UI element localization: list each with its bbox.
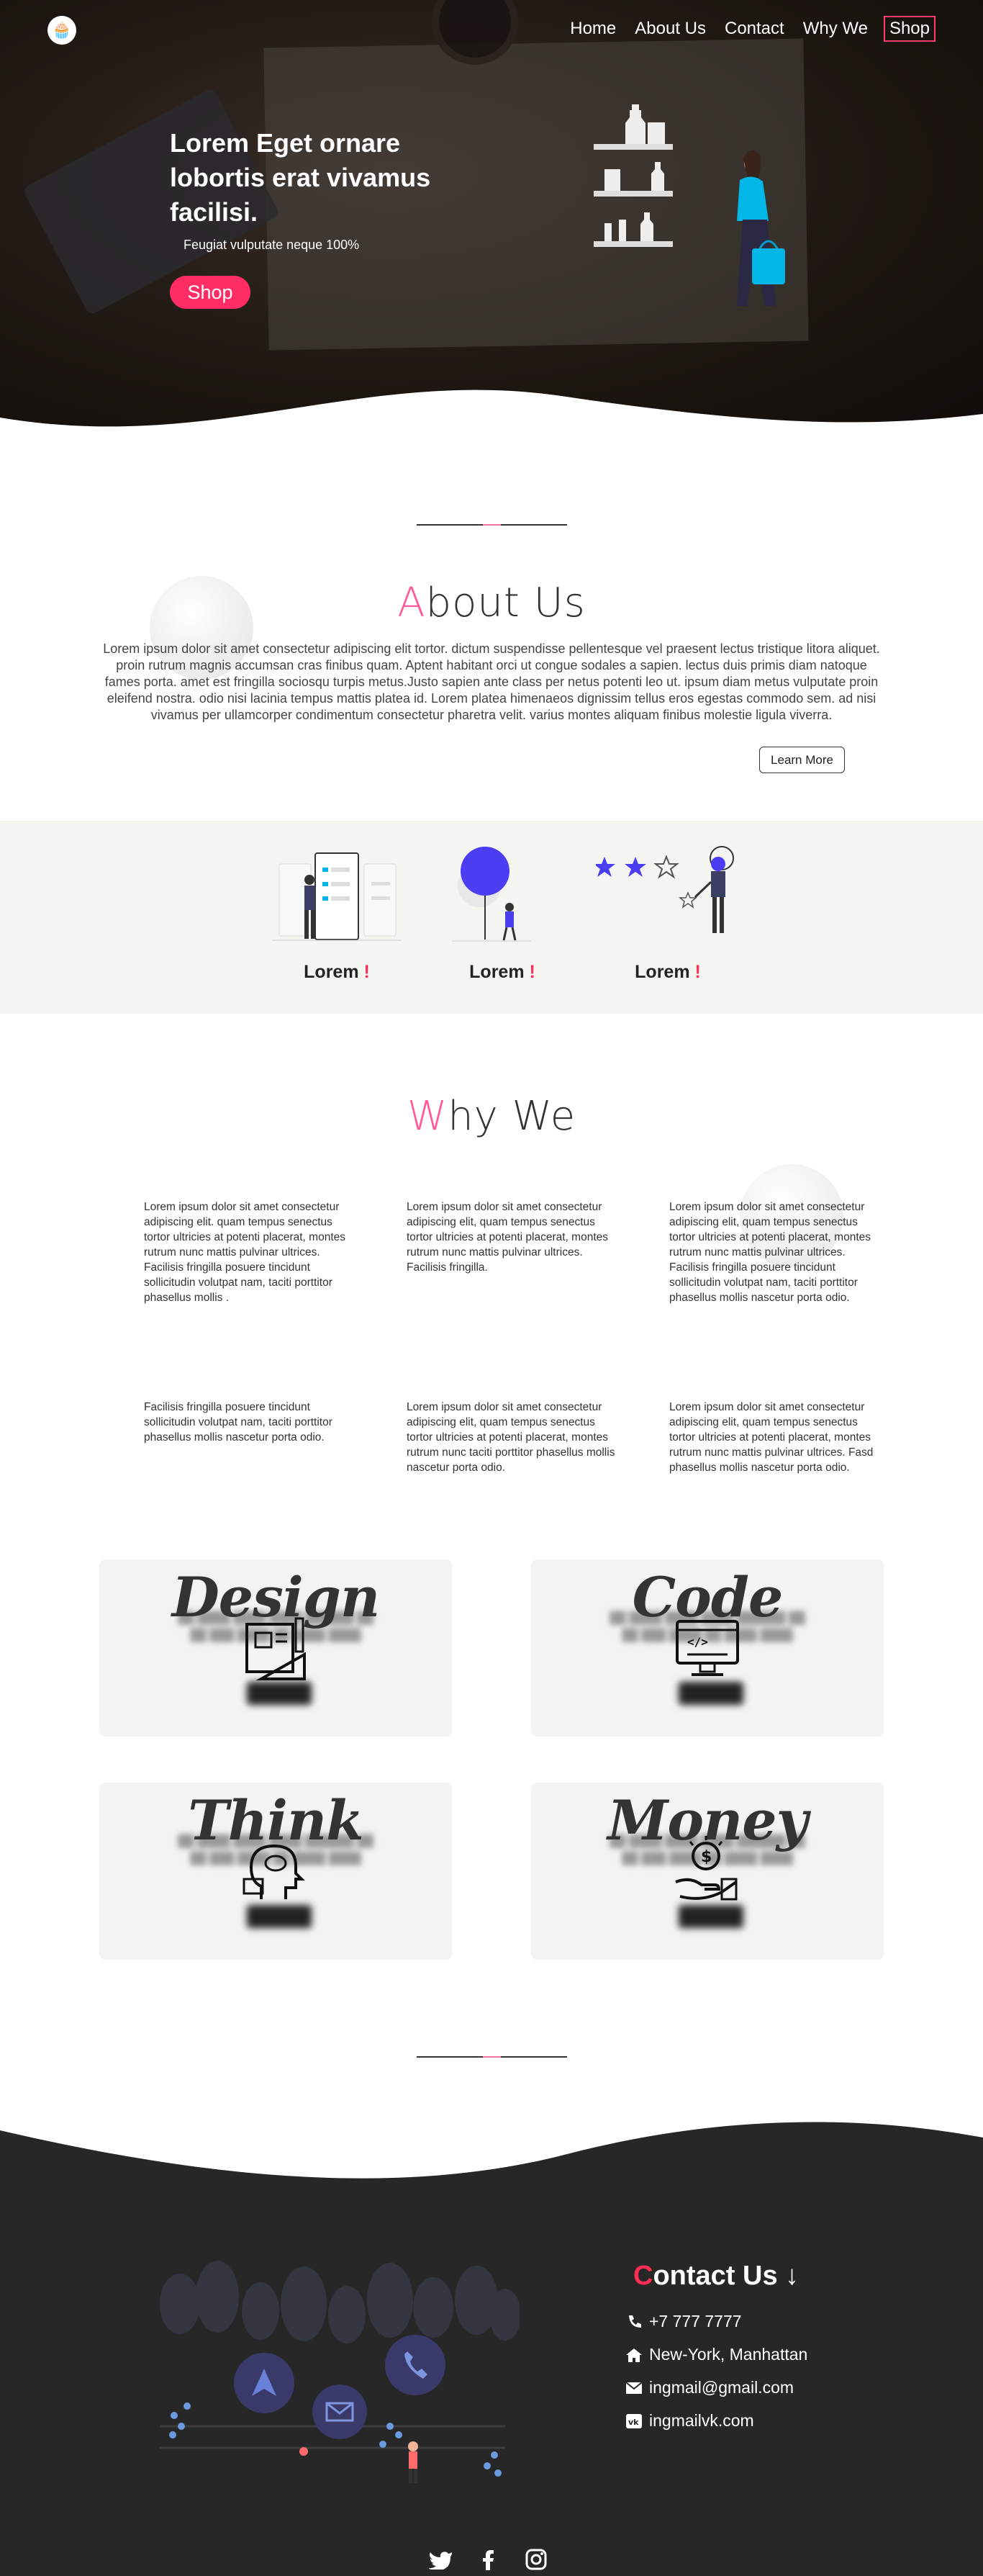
contact-title-first-letter: C: [633, 2261, 653, 2291]
money-hand-icon: $: [675, 1836, 738, 1901]
svg-text:</>: </>: [687, 1635, 708, 1649]
card-blurred-button: [679, 1905, 743, 1928]
service-card-design[interactable]: ██ ████ ████ ████ ██████ ██ ██ ███ ████ █…: [99, 1559, 452, 1737]
social-links: [428, 2549, 549, 2570]
feature-item: Lorem !: [596, 842, 740, 983]
about-title-first-letter: A: [397, 580, 426, 626]
contact-vk-text: ingmailvk.com: [649, 2411, 754, 2430]
contact-phone-text: +7 777 7777: [649, 2312, 742, 2330]
nav-shop[interactable]: Shop: [883, 16, 936, 42]
features-strip: Lorem ! Lorem ! Lorem !: [0, 821, 983, 1014]
why-title-first-letter: W: [407, 1093, 448, 1140]
service-card-code[interactable]: ██ ████ ████ ████ ██████ ██ ██ ███ ████ █…: [531, 1559, 884, 1737]
envelope-icon: [625, 2380, 643, 2396]
main-nav: Home About Us Contact Why We Shop: [567, 16, 936, 42]
why-cell: Lorem ipsum dolor sit amet consectetur a…: [144, 1201, 345, 1304]
section-divider: [417, 2056, 567, 2058]
balloon-person-icon: [452, 847, 531, 942]
hero-title: Lorem Eget ornare lobortis erat vivamus …: [170, 128, 431, 227]
why-cell: Lorem ipsum dolor sit amet consectetur a…: [407, 1401, 615, 1474]
hero-subtitle: Feugiat vulputate neque 100%: [184, 238, 360, 252]
contact-email[interactable]: ingmail@gmail.com: [625, 2378, 794, 2397]
svg-text:vk: vk: [628, 2418, 639, 2427]
about-text: Lorem ipsum dolor sit amet consectetur a…: [103, 641, 880, 722]
nav-why-we[interactable]: Why We: [800, 17, 871, 40]
feature-label: Lorem !: [635, 962, 701, 982]
about-title-rest: bout Us: [425, 580, 586, 626]
contact-address[interactable]: New-York, Manhattan: [625, 2345, 807, 2364]
hero-shop-button[interactable]: Shop: [170, 276, 250, 309]
hero-wave: [0, 389, 983, 432]
card-blurred-button: [247, 1682, 312, 1705]
why-cell: Facilisis fringilla posuere tincidunt so…: [144, 1401, 332, 1444]
thinking-head-icon: [243, 1844, 305, 1899]
dashboard-person-icon: [272, 852, 402, 941]
twitter-icon[interactable]: [428, 2549, 454, 2570]
vk-icon: vk: [625, 2413, 643, 2429]
why-cell: Lorem ipsum dolor sit amet consectetur a…: [407, 1201, 608, 1274]
hero-section: 🧁 Home About Us Contact Why We Shop Lore…: [0, 0, 983, 432]
contact-address-text: New-York, Manhattan: [649, 2345, 808, 2364]
facebook-icon[interactable]: [476, 2549, 502, 2570]
learn-more-button[interactable]: Learn More: [759, 747, 845, 773]
feature-item: Lorem !: [265, 842, 409, 983]
nav-about-us[interactable]: About Us: [632, 17, 709, 40]
phone-icon: [625, 2314, 643, 2330]
card-blurred-button: [247, 1905, 312, 1928]
contact-vk[interactable]: vk ingmailvk.com: [625, 2411, 754, 2431]
card-blurred-button: [679, 1682, 743, 1705]
nav-contact[interactable]: Contact: [722, 17, 787, 40]
feature-item: Lorem !: [430, 842, 574, 983]
contact-phone[interactable]: +7 777 7777: [625, 2312, 742, 2331]
why-cell: Lorem ipsum dolor sit amet consectetur a…: [669, 1201, 871, 1304]
contact-title-rest: ontact Us ↓: [653, 2261, 799, 2291]
shopping-woman-illustration: [594, 104, 785, 306]
service-card-money[interactable]: ██ ████ ████ ████ ██████ ██ ██ ███ ████ █…: [531, 1783, 884, 1960]
logo-glyph: 🧁: [52, 21, 72, 39]
service-card-think[interactable]: ██ ████ ████ ████ ██████ ██ ██ ███ ████ █…: [99, 1783, 452, 1960]
contact-email-text: ingmail@gmail.com: [649, 2378, 794, 2397]
why-title-rest: hy We: [448, 1093, 576, 1140]
site-logo[interactable]: 🧁: [47, 16, 76, 45]
footer-wave: [0, 2116, 983, 2179]
home-icon: [625, 2347, 643, 2363]
blueprint-icon: [245, 1617, 306, 1680]
feature-label: Lorem !: [469, 962, 535, 982]
nav-home[interactable]: Home: [567, 17, 619, 40]
instagram-icon[interactable]: [523, 2549, 549, 2570]
footer: Contact Us ↓ +7 777 7777 New-York, Manha…: [0, 2116, 983, 2576]
rating-stars-icon: [596, 846, 734, 933]
contact-illustration: [160, 2261, 520, 2483]
contact-title: Contact Us ↓: [633, 2261, 799, 2292]
about-title: About Us: [0, 580, 983, 626]
why-cell: Lorem ipsum dolor sit amet consectetur a…: [669, 1401, 874, 1474]
feature-label: Lorem !: [304, 962, 370, 982]
why-we-title: Why We: [0, 1093, 983, 1140]
code-monitor-icon: </>: [676, 1620, 739, 1676]
section-divider: [417, 524, 567, 526]
svg-text:$: $: [701, 1848, 712, 1866]
